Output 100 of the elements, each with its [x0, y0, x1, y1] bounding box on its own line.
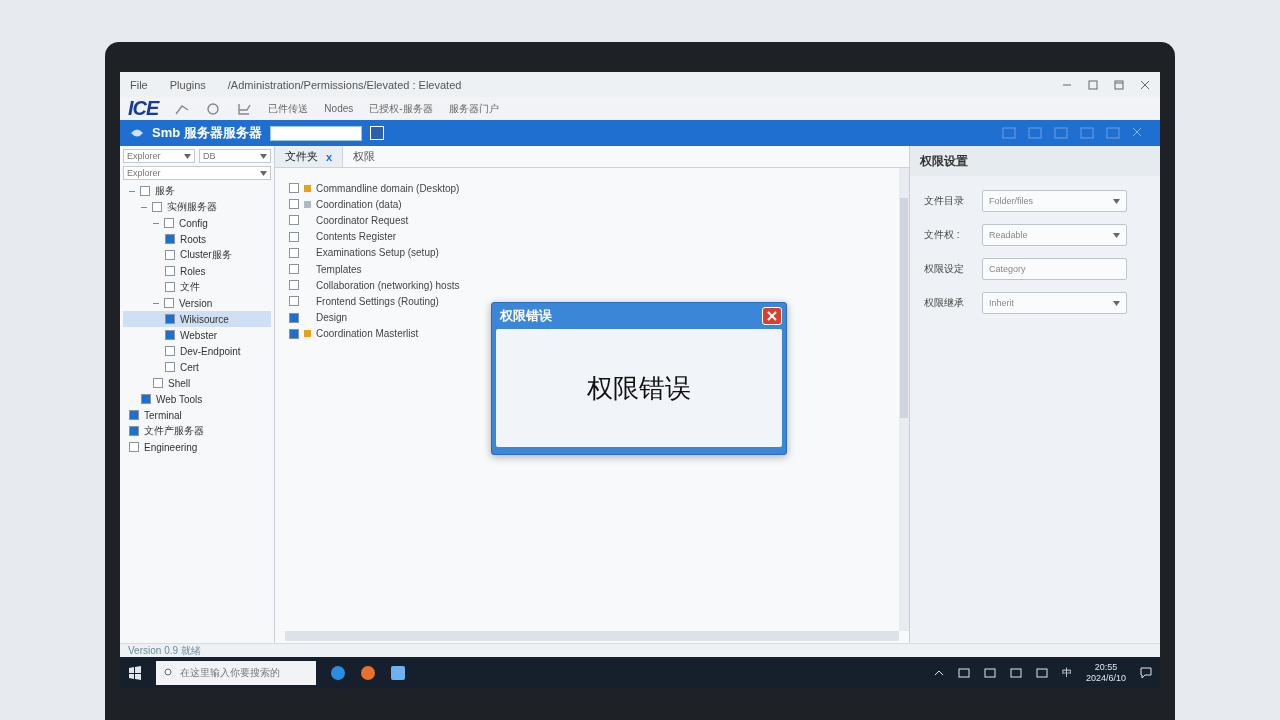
- tree-item[interactable]: Webster: [123, 327, 271, 343]
- tree-item[interactable]: Roles: [123, 263, 271, 279]
- checkbox[interactable]: [129, 442, 139, 452]
- caret-icon[interactable]: [1113, 232, 1120, 238]
- notification-icon[interactable]: [1140, 666, 1152, 679]
- start-icon[interactable]: [128, 665, 142, 680]
- input-language[interactable]: 中: [1061, 665, 1072, 680]
- tree-item[interactable]: 服务: [123, 183, 271, 199]
- checkbox[interactable]: [289, 215, 299, 226]
- menu-item[interactable]: File: [130, 78, 148, 91]
- dropdown[interactable]: Explorer: [123, 149, 195, 163]
- tree-item[interactable]: Web Tools: [123, 391, 271, 407]
- checkbox[interactable]: [165, 234, 175, 244]
- checkbox[interactable]: [165, 266, 175, 276]
- tree-item[interactable]: Version: [123, 295, 271, 311]
- tree-item[interactable]: Cluster服务: [123, 247, 271, 263]
- list-row[interactable]: Templates: [289, 260, 362, 278]
- checkbox[interactable]: [165, 330, 175, 340]
- collapse-icon[interactable]: [141, 205, 147, 209]
- toolbar-action[interactable]: 已件传送: [268, 101, 309, 116]
- checkbox[interactable]: [289, 231, 299, 242]
- tree-item[interactable]: Engineering: [123, 439, 271, 455]
- checkbox[interactable]: [164, 298, 174, 308]
- tree-item[interactable]: Dev-Endpoint: [123, 343, 271, 359]
- checkbox[interactable]: [129, 426, 139, 436]
- select-field[interactable]: Folder/files: [982, 190, 1127, 212]
- scrollbar[interactable]: [899, 168, 909, 631]
- dropdown[interactable]: DB: [199, 149, 271, 163]
- tab[interactable]: 文件夹 x: [275, 146, 344, 167]
- horizontal-scrollbar[interactable]: [285, 631, 899, 641]
- checkbox[interactable]: [141, 394, 151, 404]
- checkbox[interactable]: [289, 264, 299, 275]
- restore-icon[interactable]: [1088, 79, 1098, 90]
- caret-icon[interactable]: [184, 153, 191, 159]
- checkbox[interactable]: [165, 314, 175, 324]
- checkbox[interactable]: [165, 282, 175, 292]
- list-row[interactable]: Coordination (data): [289, 196, 402, 213]
- caret-icon[interactable]: [260, 153, 267, 159]
- checkbox[interactable]: [289, 296, 299, 307]
- list-row[interactable]: Design: [289, 309, 348, 326]
- toolbar-action[interactable]: 服务器门户: [448, 101, 499, 116]
- toolbar-action[interactable]: 已授权-服务器: [369, 101, 433, 116]
- list-row[interactable]: Coordination Masterlist: [289, 325, 419, 342]
- select-field[interactable]: Inherit: [982, 292, 1127, 314]
- clock[interactable]: 20:55 2024/6/10: [1085, 661, 1126, 684]
- menu-item[interactable]: Plugins: [169, 78, 206, 91]
- browser-icon[interactable]: [330, 664, 346, 681]
- checkbox[interactable]: [140, 186, 150, 196]
- chevron-up-icon[interactable]: [933, 669, 944, 676]
- close-button[interactable]: [762, 307, 782, 325]
- tree-item[interactable]: Config: [123, 215, 271, 231]
- checkbox[interactable]: [165, 362, 175, 372]
- checkbox[interactable]: [289, 199, 299, 210]
- filter-dropdown[interactable]: Explorer: [123, 166, 271, 180]
- search-field[interactable]: 在这里输入你要搜索的: [156, 660, 316, 685]
- circle-icon[interactable]: [206, 101, 221, 116]
- close-icon[interactable]: [1132, 127, 1142, 137]
- checkbox[interactable]: [289, 312, 299, 323]
- tab-close[interactable]: x: [326, 150, 333, 163]
- list-row[interactable]: Collaboration (networking) hosts: [289, 277, 460, 294]
- tab[interactable]: 权限: [343, 146, 386, 167]
- tree-item[interactable]: Wikisource: [123, 311, 271, 327]
- maximize-icon[interactable]: [1114, 79, 1124, 90]
- checkbox[interactable]: [152, 202, 162, 212]
- browser-icon[interactable]: [360, 664, 376, 681]
- checkbox[interactable]: [289, 183, 299, 194]
- select-field[interactable]: Readable: [982, 224, 1127, 246]
- tree-item[interactable]: Cert: [123, 359, 271, 375]
- list-row[interactable]: Examinations Setup (setup): [289, 244, 439, 261]
- toolbar-action[interactable]: Nodes: [324, 103, 354, 114]
- app-icon[interactable]: [390, 664, 406, 681]
- tree-item[interactable]: 文件产服务器: [123, 423, 271, 439]
- collapse-icon[interactable]: [153, 301, 159, 305]
- header-field[interactable]: [269, 125, 362, 141]
- checkbox[interactable]: [289, 247, 299, 258]
- list-row[interactable]: Contents Register: [289, 228, 397, 245]
- checkbox[interactable]: [289, 328, 299, 339]
- checkbox[interactable]: [165, 250, 175, 260]
- checkbox[interactable]: [165, 346, 175, 356]
- list-row[interactable]: Coordinator Request: [289, 212, 409, 229]
- tree-item[interactable]: Shell: [123, 375, 271, 391]
- caret-icon[interactable]: [260, 170, 267, 176]
- list-row[interactable]: Commandline domain (Desktop): [289, 180, 460, 197]
- dropdown-button[interactable]: [369, 126, 384, 140]
- dialog-title: 权限错误: [500, 307, 552, 325]
- tree-item[interactable]: 文件: [123, 279, 271, 295]
- checkbox[interactable]: [129, 410, 139, 420]
- collapse-icon[interactable]: [153, 221, 159, 225]
- list-row[interactable]: Frontend Settings (Routing): [289, 293, 439, 310]
- collapse-icon[interactable]: [129, 189, 135, 193]
- caret-icon[interactable]: [1113, 300, 1120, 306]
- checkbox[interactable]: [289, 280, 299, 291]
- close-icon[interactable]: [1140, 79, 1150, 90]
- checkbox[interactable]: [164, 218, 174, 228]
- tree-item[interactable]: 实例服务器: [123, 199, 271, 215]
- checkbox[interactable]: [153, 378, 163, 388]
- tree-item[interactable]: Terminal: [123, 407, 271, 423]
- caret-icon[interactable]: [1113, 198, 1120, 204]
- tree-item[interactable]: Roots: [123, 231, 271, 247]
- input-field[interactable]: Category: [982, 258, 1127, 280]
